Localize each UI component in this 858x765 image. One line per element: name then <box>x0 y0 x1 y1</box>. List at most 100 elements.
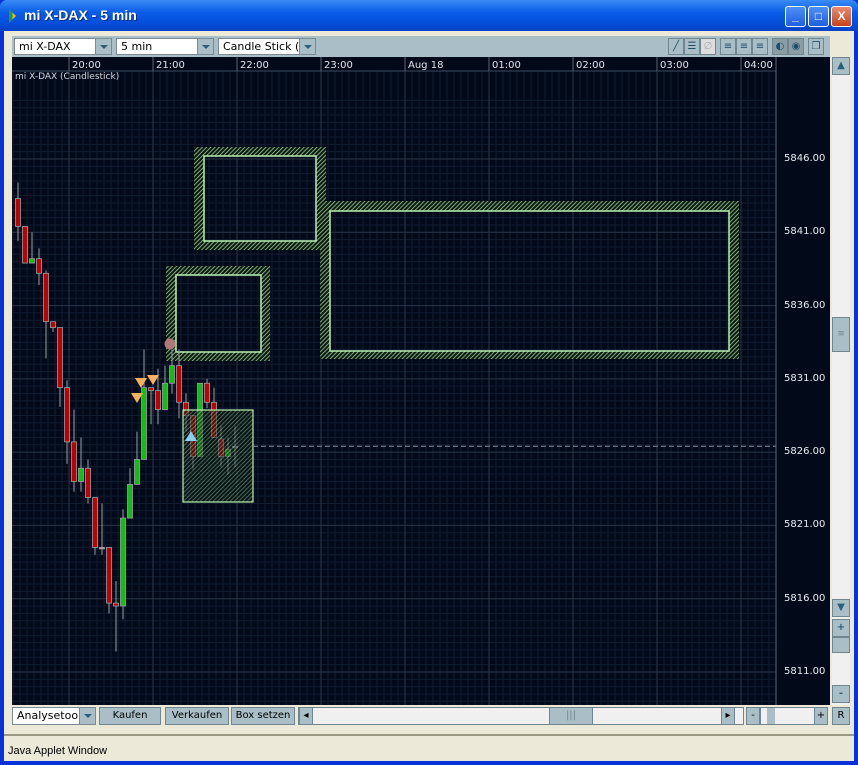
candle <box>120 509 126 620</box>
time-label: 01:00 <box>492 60 521 71</box>
horizontal-scroll-thumb[interactable]: ||| <box>549 707 593 725</box>
applet-area: mi X-DAX 5 min Candle Stick (Ke ╱ ☰ ∅ ≡ … <box>4 31 854 761</box>
indicator-2-icon[interactable]: ◉ <box>788 38 804 55</box>
detach-window-icon[interactable]: ❐ <box>808 38 824 55</box>
candle-body <box>155 390 161 411</box>
time-label: 22:00 <box>240 60 269 71</box>
candle-body <box>22 226 28 264</box>
time-label: 02:00 <box>576 60 605 71</box>
candle-body <box>162 382 168 411</box>
window-title: mi X-DAX - 5 min <box>24 7 137 23</box>
horizontal-lines-icon[interactable]: ☰ <box>684 38 700 55</box>
sell-button[interactable]: Verkaufen <box>165 707 229 725</box>
candle-body <box>120 517 126 607</box>
buy-button[interactable]: Kaufen <box>99 707 161 725</box>
vertical-zoom-handle[interactable] <box>832 637 850 653</box>
candle-body <box>15 198 21 227</box>
candle-body <box>148 387 154 391</box>
indicator-1-icon[interactable]: ◐ <box>772 38 788 55</box>
scroll-thumb[interactable]: ≡ <box>832 317 850 352</box>
candle <box>92 497 98 555</box>
time-label: 21:00 <box>156 60 185 71</box>
zoom-in-horizontal-button[interactable]: + <box>814 707 828 725</box>
sell-signal-icon <box>147 375 159 385</box>
interval-value: 5 min <box>121 40 153 53</box>
price-label: 5836.00 <box>784 299 826 311</box>
time-label: 20:00 <box>72 60 101 71</box>
chart-canvas[interactable]: 20:00 21:00 22:00 23:00 Aug 18 01:00 02:00 03:0… <box>12 57 830 705</box>
reset-button[interactable]: R <box>832 707 850 725</box>
candle <box>22 226 28 264</box>
candle-body <box>127 483 133 519</box>
delete-drawing-icon[interactable]: ∅ <box>700 38 716 55</box>
app-window: mi X-DAX - 5 min _ □ X mi X-DAX 5 min Ca… <box>0 0 858 765</box>
set-box-button[interactable]: Box setzen <box>231 707 295 725</box>
candle-body <box>99 547 105 550</box>
candle-body <box>204 382 210 403</box>
draw-line-icon[interactable]: ╱ <box>668 38 684 55</box>
chevron-down-icon <box>197 39 213 54</box>
marker-circle-icon <box>164 338 176 350</box>
candle-body <box>43 272 49 323</box>
price-label: 5811.00 <box>784 665 826 677</box>
drawn-box-4[interactable] <box>182 409 254 503</box>
drawn-box-3[interactable] <box>166 266 270 361</box>
price-label: 5831.00 <box>784 372 826 384</box>
candle <box>106 547 112 614</box>
horizontal-scrollbar[interactable]: ◂ ||| ▸ <box>298 707 744 725</box>
chevron-down-icon <box>95 39 111 54</box>
price-label: 5846.00 <box>784 153 826 164</box>
candle-body <box>64 387 70 443</box>
chart-label: mi X-DAX (Candlestick) <box>15 72 120 82</box>
grid-lines-2-icon[interactable]: ≡ <box>736 38 752 55</box>
chevron-down-icon <box>299 39 315 54</box>
time-label: 03:00 <box>660 60 689 71</box>
price-label: 5841.00 <box>784 226 826 238</box>
candle-body <box>29 258 35 264</box>
candle-body <box>50 321 56 328</box>
price-label: 5816.00 <box>784 592 826 604</box>
candle-body <box>134 459 140 485</box>
price-label: 5821.00 <box>784 519 826 531</box>
scroll-up-button[interactable]: ▲ <box>832 57 850 75</box>
candle-body <box>36 258 42 274</box>
candle-body <box>92 497 98 548</box>
candle-body <box>141 387 147 460</box>
candle-body <box>113 602 119 607</box>
candlestick-chart[interactable]: 20:00 21:00 22:00 23:00 Aug 18 01:00 02:00 03:0… <box>12 57 830 705</box>
title-bar[interactable]: mi X-DAX - 5 min _ □ X <box>0 0 858 31</box>
price-label: 5826.00 <box>784 446 826 458</box>
instrument-select[interactable]: mi X-DAX <box>14 38 112 55</box>
drawn-box-1[interactable] <box>194 147 326 250</box>
close-button[interactable]: X <box>831 6 852 27</box>
zoom-out-horizontal-button[interactable]: - <box>746 707 760 725</box>
horizontal-zoom-slider[interactable] <box>760 707 818 725</box>
scroll-right-button[interactable]: ▸ <box>721 707 735 725</box>
zoom-in-vertical-button[interactable]: + <box>832 619 850 637</box>
interval-select[interactable]: 5 min <box>116 38 214 55</box>
candle-body <box>78 467 84 482</box>
candle-body <box>176 365 182 403</box>
scroll-left-button[interactable]: ◂ <box>299 707 313 725</box>
grid-lines-3-icon[interactable]: ≡ <box>752 38 768 55</box>
candle-body <box>169 365 175 384</box>
scroll-down-button[interactable]: ▼ <box>832 599 850 617</box>
app-icon <box>9 9 16 23</box>
grid-lines-1-icon[interactable]: ≡ <box>720 38 736 55</box>
time-label: 23:00 <box>324 60 353 71</box>
analysis-tool-select[interactable]: Analysetool <box>12 707 96 725</box>
minimize-button[interactable]: _ <box>785 6 806 27</box>
analysis-tool-value: Analysetool <box>17 709 82 722</box>
vertical-scrollbar[interactable]: ▲ ≡ ▼ + - <box>832 57 850 705</box>
instrument-value: mi X-DAX <box>19 40 71 53</box>
chevron-down-icon <box>79 708 95 724</box>
candle-body <box>71 441 77 482</box>
zoom-slider-handle[interactable] <box>767 708 775 724</box>
chart-type-select[interactable]: Candle Stick (Ke <box>218 38 316 55</box>
time-label: Aug 18 <box>408 60 443 71</box>
time-label: 04:00 <box>744 60 773 71</box>
maximize-button[interactable]: □ <box>808 6 829 27</box>
zoom-out-vertical-button[interactable]: - <box>832 685 850 703</box>
candle-body <box>106 547 112 604</box>
status-bar: Java Applet Window <box>4 734 854 761</box>
